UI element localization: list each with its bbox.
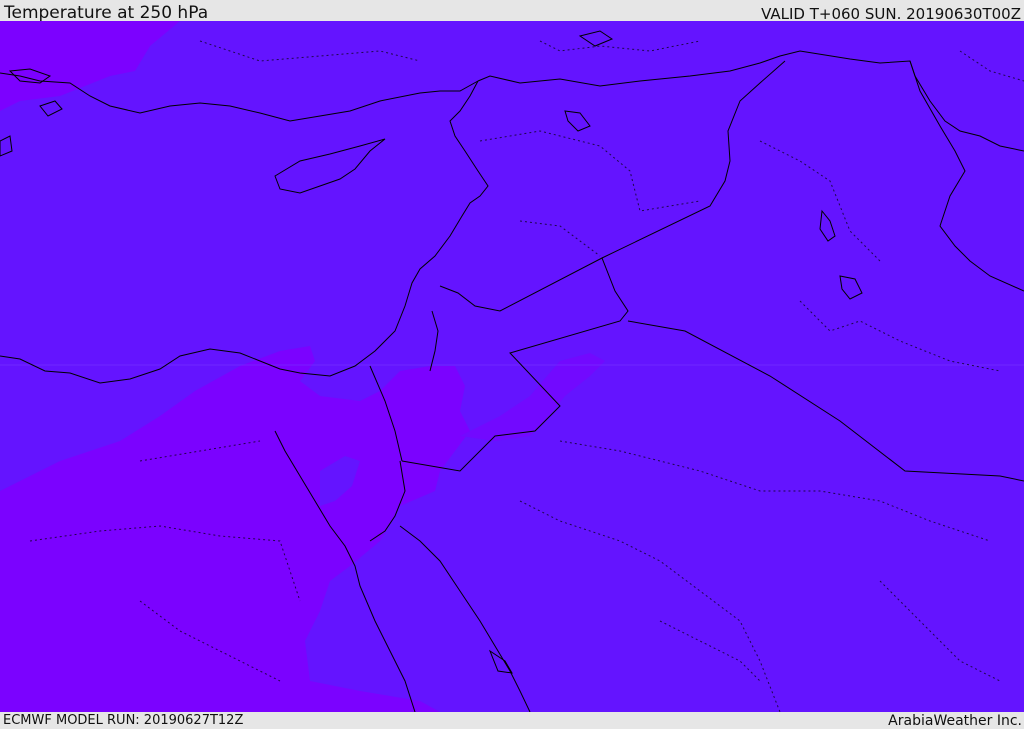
- header-bar: Temperature at 250 hPa VALID T+060 SUN. …: [0, 0, 1024, 23]
- credit-label: ArabiaWeather Inc.: [888, 713, 1022, 729]
- temperature-map-svg: [0, 21, 1024, 712]
- map-title: Temperature at 250 hPa: [4, 3, 209, 23]
- map-viewer: Temperature at 250 hPa VALID T+060 SUN. …: [0, 0, 1024, 729]
- model-run-label: ECMWF MODEL RUN: 20190627T12Z: [3, 713, 244, 728]
- footer-bar: ECMWF MODEL RUN: 20190627T12Z ArabiaWeat…: [0, 712, 1024, 729]
- map-area[interactable]: [0, 21, 1024, 712]
